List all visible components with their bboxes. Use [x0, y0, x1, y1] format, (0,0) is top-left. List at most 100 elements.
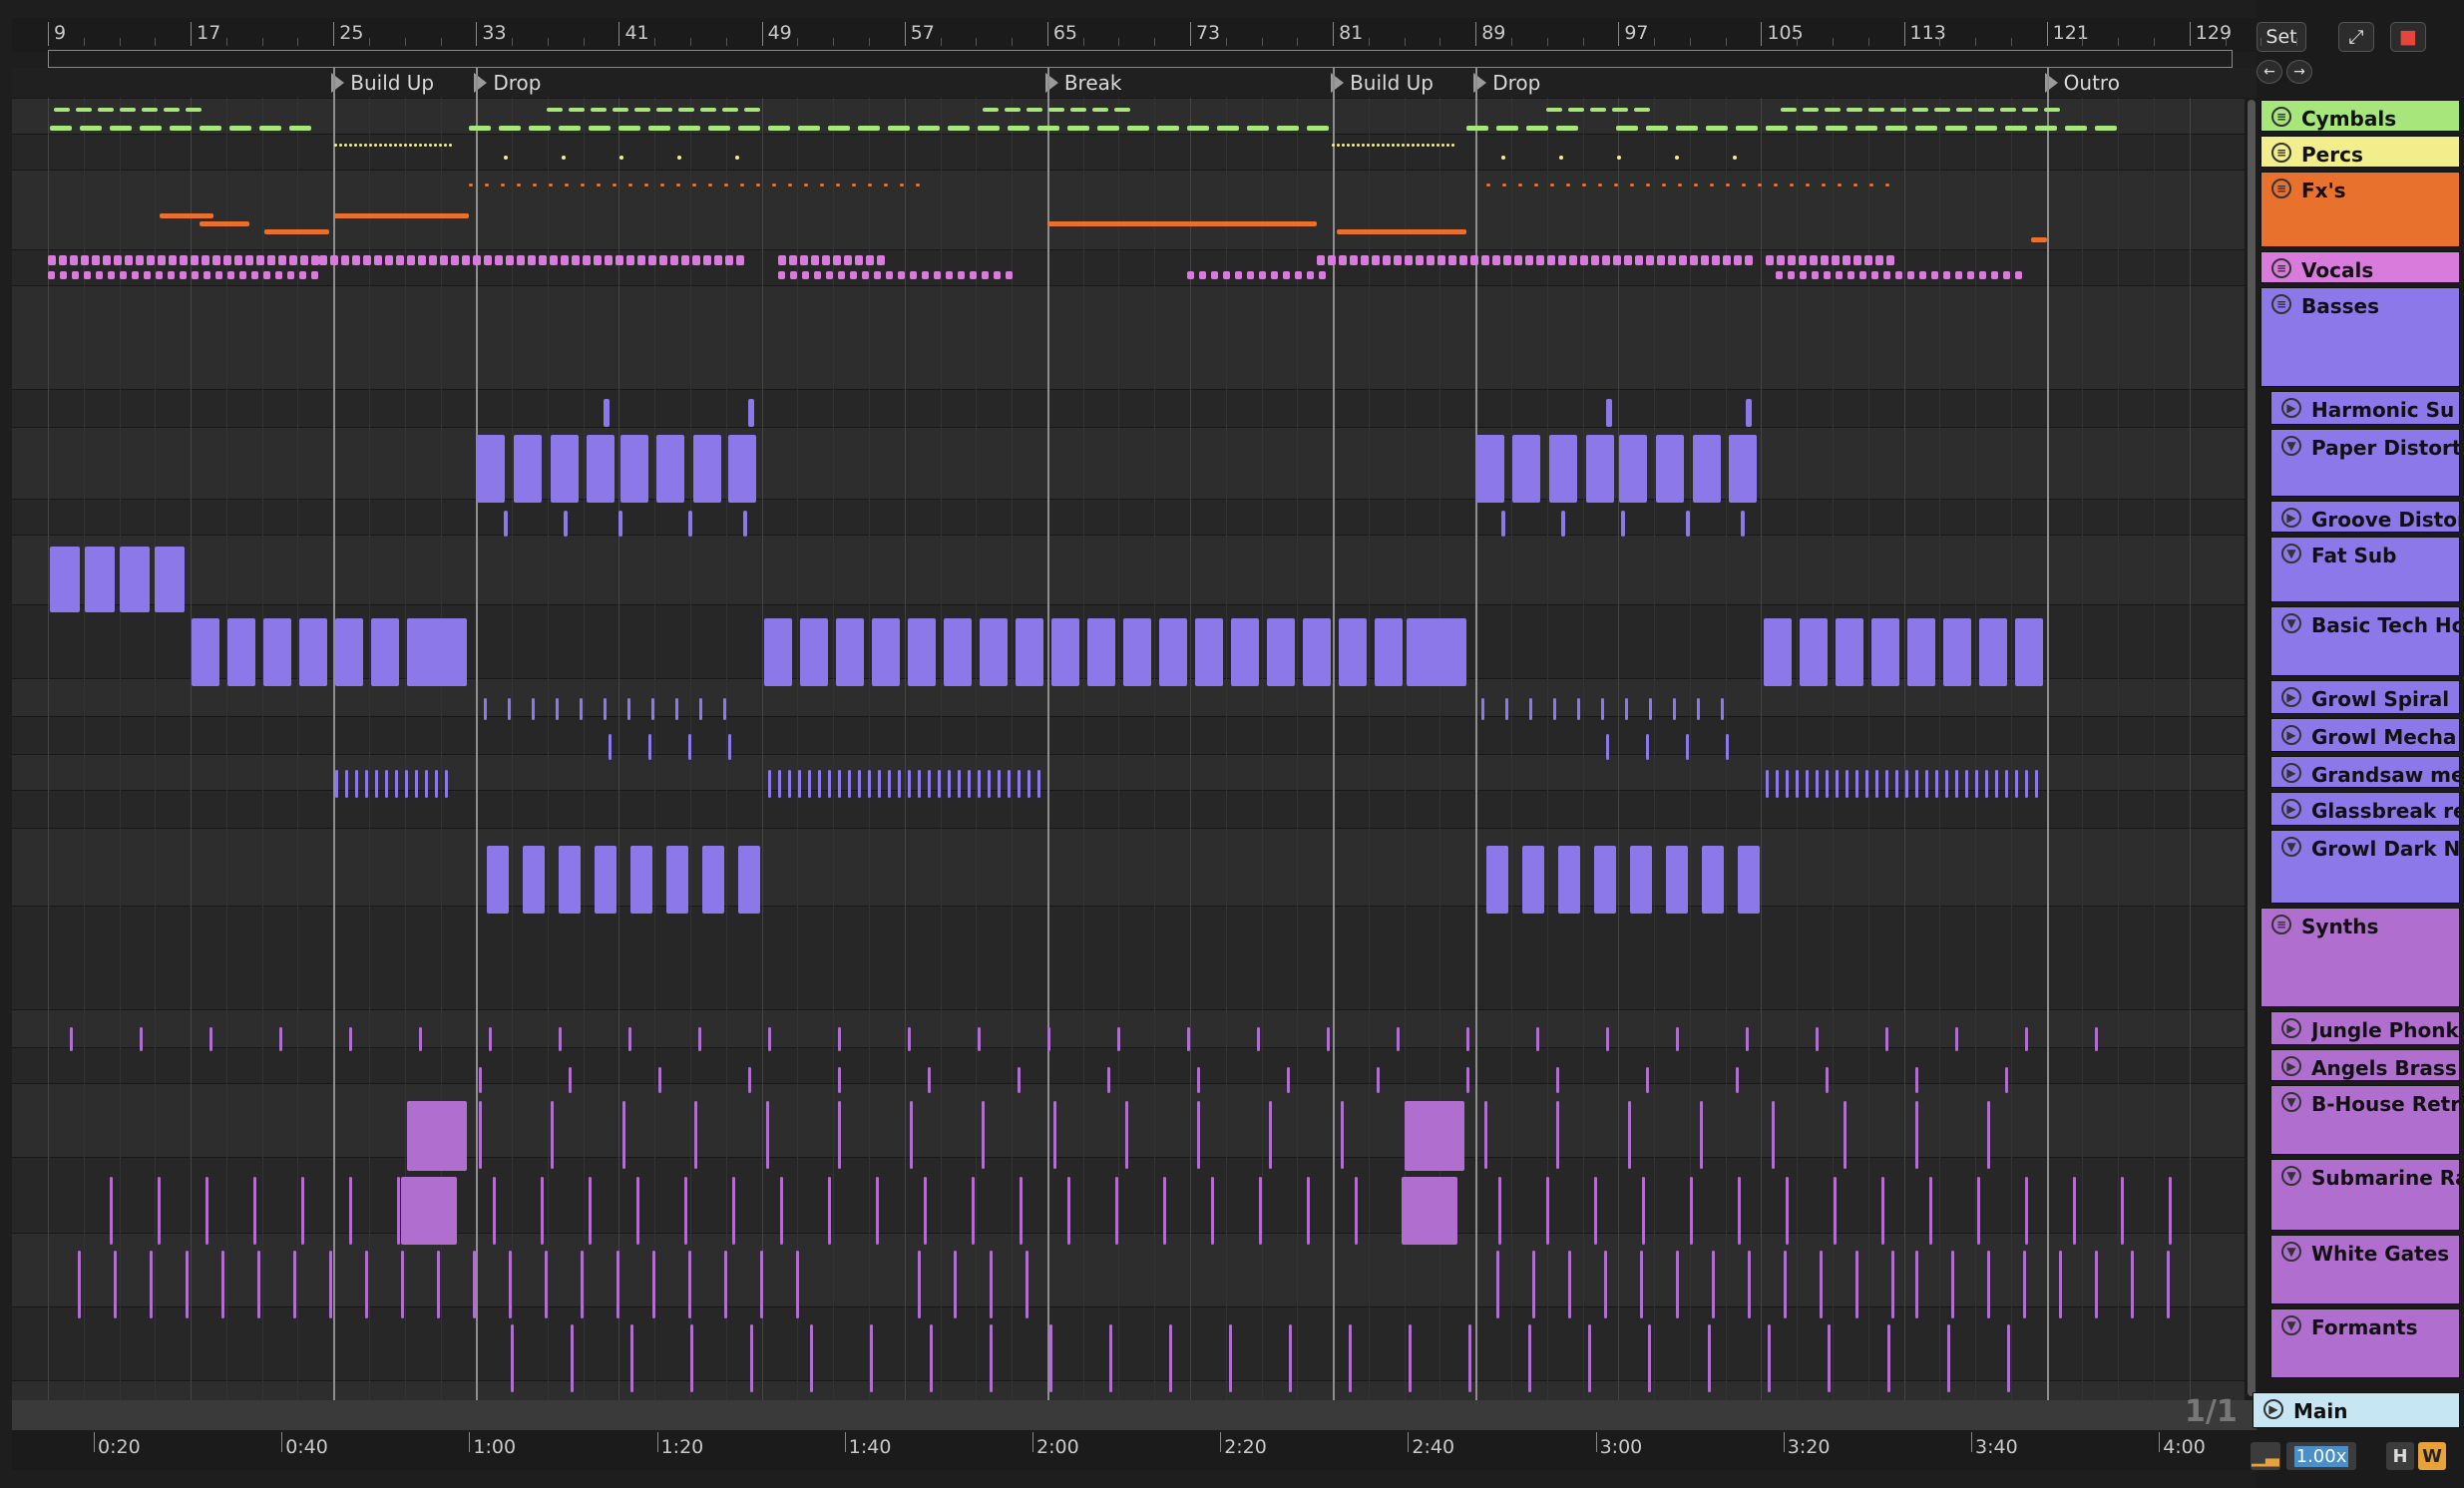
clip-segment[interactable]	[690, 1324, 693, 1392]
clip-segment[interactable]	[1657, 255, 1665, 265]
clip-segment[interactable]	[1518, 184, 1522, 186]
clip-segment[interactable]	[1721, 698, 1724, 720]
clip-segment[interactable]	[1820, 1251, 1823, 1318]
bass-clip[interactable]	[263, 618, 291, 686]
clip-segment[interactable]	[1047, 1027, 1050, 1051]
clip-segment[interactable]	[1676, 1251, 1679, 1318]
clip-segment[interactable]	[300, 255, 308, 265]
clip-segment[interactable]	[180, 271, 187, 279]
clip-segment[interactable]	[982, 271, 989, 279]
clip-segment[interactable]	[1287, 1067, 1290, 1093]
track-lane[interactable]	[12, 790, 2257, 828]
clip-segment[interactable]	[1556, 1067, 1559, 1093]
clip-segment[interactable]	[229, 126, 251, 131]
clip-segment[interactable]	[1283, 271, 1290, 279]
clip-segment[interactable]	[256, 255, 264, 265]
bass-clip[interactable]	[1586, 435, 1614, 503]
clip-segment[interactable]	[609, 734, 612, 760]
track-lane[interactable]	[12, 285, 2257, 389]
clip-segment[interactable]	[852, 184, 856, 186]
bass-clip[interactable]	[800, 618, 828, 686]
clip-segment[interactable]	[916, 184, 920, 186]
track-lane[interactable]	[12, 716, 2257, 754]
clip-segment[interactable]	[958, 770, 961, 798]
clip-segment[interactable]	[616, 255, 623, 265]
clip-segment[interactable]	[1377, 1067, 1380, 1093]
clip-segment[interactable]	[1624, 255, 1632, 265]
clip-segment[interactable]	[1895, 770, 1898, 798]
clip-segment[interactable]	[1532, 1251, 1535, 1318]
clip-segment[interactable]	[1317, 255, 1325, 265]
clip-segment[interactable]	[1450, 1177, 1453, 1245]
clip-segment[interactable]	[877, 255, 885, 265]
bass-clip[interactable]	[944, 618, 972, 686]
clip-segment[interactable]	[1881, 1177, 1884, 1245]
bass-clip[interactable]	[85, 547, 115, 612]
bass-clip[interactable]	[227, 618, 255, 686]
clip-segment[interactable]	[722, 108, 738, 112]
clip-segment[interactable]	[1328, 255, 1336, 265]
clip-segment[interactable]	[473, 1251, 476, 1318]
clip-segment[interactable]	[2073, 1177, 2076, 1245]
bass-clip[interactable]	[618, 511, 622, 537]
clip-segment[interactable]	[364, 144, 367, 147]
clip-segment[interactable]	[838, 1067, 841, 1093]
clip-segment[interactable]	[725, 255, 733, 265]
arrow-right-icon[interactable]: →	[2286, 60, 2312, 84]
clip-segment[interactable]	[301, 1177, 304, 1245]
clip-segment[interactable]	[678, 126, 700, 131]
clip-segment[interactable]	[1187, 126, 1209, 131]
clip-segment[interactable]	[363, 255, 371, 265]
clip-segment[interactable]	[594, 255, 602, 265]
clip-segment[interactable]	[1604, 1251, 1607, 1318]
bass-clip[interactable]	[564, 511, 568, 537]
bass-clip[interactable]	[1686, 511, 1690, 537]
chevron-down-icon[interactable]: ▼	[2281, 1315, 2301, 1335]
clip-segment[interactable]	[2025, 1027, 2028, 1051]
track-header-main[interactable]: ▶ Main	[2253, 1392, 2460, 1428]
clip-segment[interactable]	[1738, 1177, 1741, 1245]
bass-clip[interactable]	[1549, 435, 1577, 503]
clip-segment[interactable]	[479, 1067, 482, 1093]
clip-segment[interactable]	[1806, 770, 1809, 798]
clip-segment[interactable]	[1848, 271, 1854, 279]
clip-segment[interactable]	[958, 271, 965, 279]
clip-segment[interactable]	[1710, 184, 1714, 186]
bass-clip[interactable]	[1619, 435, 1647, 503]
clip-segment[interactable]	[1766, 126, 1788, 131]
bass-clip[interactable]	[688, 511, 692, 537]
clip-segment[interactable]	[790, 271, 797, 279]
clip-segment[interactable]	[1026, 1251, 1028, 1318]
clip-segment[interactable]	[1377, 144, 1380, 147]
clip-segment[interactable]	[572, 255, 580, 265]
clip-segment[interactable]	[2023, 1251, 2026, 1318]
clip-segment[interactable]	[1319, 271, 1326, 279]
clip-segment[interactable]	[1734, 255, 1742, 265]
clip-segment[interactable]	[628, 184, 632, 186]
clip-segment[interactable]	[1885, 126, 1907, 131]
chevron-down-icon[interactable]: ▼	[2281, 544, 2301, 563]
zoom-field[interactable]: 1.00x	[2286, 1442, 2356, 1470]
bass-clip[interactable]	[1375, 618, 1403, 686]
clip-segment[interactable]	[948, 770, 951, 798]
clip-segment[interactable]	[983, 108, 999, 112]
clip-segment[interactable]	[399, 144, 402, 147]
clip-segment[interactable]	[699, 698, 702, 720]
track-header-submarine-ra[interactable]: ▼ Submarine Ra	[2270, 1159, 2460, 1231]
clip-segment[interactable]	[978, 126, 1000, 131]
clip-segment[interactable]	[385, 255, 393, 265]
track-header-growl-mecha[interactable]: ▶ Growl Mecha	[2270, 718, 2460, 752]
clip-segment[interactable]	[1466, 126, 1488, 131]
clip-segment[interactable]	[1466, 1067, 1469, 1093]
track-header-harmonic-su[interactable]: ▶ Harmonic Su	[2270, 391, 2460, 425]
clip-segment[interactable]	[227, 271, 234, 279]
bass-clip[interactable]	[1800, 618, 1828, 686]
clip-segment[interactable]	[659, 255, 667, 265]
clip-segment[interactable]	[688, 734, 691, 760]
clip-segment[interactable]	[1342, 144, 1345, 147]
clip-segment[interactable]	[1546, 1177, 1549, 1245]
clip-segment[interactable]	[2025, 770, 2028, 798]
clip-segment[interactable]	[1269, 1101, 1272, 1169]
synth-clip[interactable]	[1402, 1177, 1457, 1245]
clip-segment[interactable]	[397, 1177, 400, 1245]
